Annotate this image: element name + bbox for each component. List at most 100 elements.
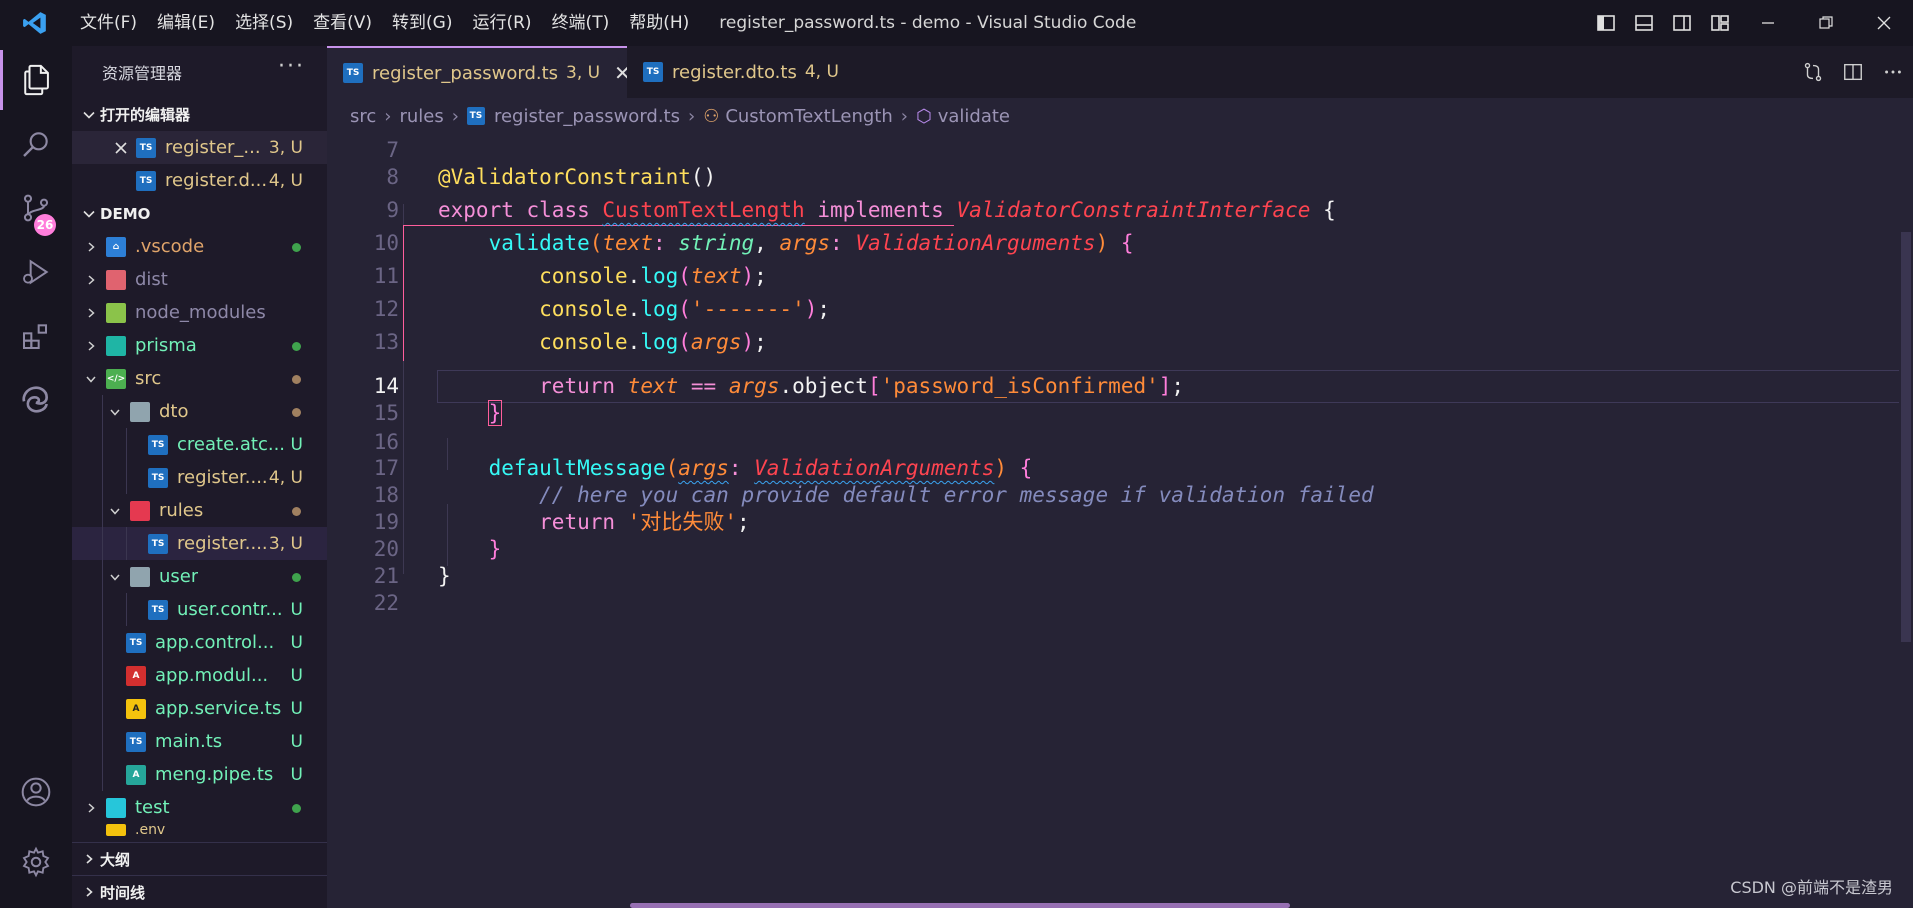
git-status: U bbox=[290, 632, 303, 653]
toggle-panel-icon[interactable] bbox=[1625, 0, 1663, 46]
file-name: register.... bbox=[177, 467, 268, 488]
file-name: app.modul... bbox=[155, 665, 269, 686]
sidebar-header: 资源管理器 ··· bbox=[72, 46, 327, 98]
close-window-icon[interactable] bbox=[1855, 0, 1913, 46]
menu-terminal[interactable]: 终端(T) bbox=[542, 0, 620, 46]
breadcrumb-src[interactable]: src bbox=[350, 106, 376, 127]
folder-row[interactable]: dist bbox=[72, 263, 327, 296]
file-row[interactable]: .env bbox=[72, 824, 327, 836]
menu-edit[interactable]: 编辑(E) bbox=[147, 0, 225, 46]
folder-row[interactable]: </> src bbox=[72, 362, 327, 395]
code-line: 8 @ValidatorConstraint() bbox=[327, 161, 1913, 194]
folder-name: prisma bbox=[135, 335, 197, 356]
toggle-primary-sidebar-icon[interactable] bbox=[1587, 0, 1625, 46]
chevron-right-icon bbox=[78, 886, 100, 898]
menu-go[interactable]: 转到(G) bbox=[382, 0, 462, 46]
folder-row[interactable]: test bbox=[72, 791, 327, 824]
breadcrumb-file[interactable]: register_password.ts bbox=[494, 106, 680, 127]
toggle-secondary-sidebar-icon[interactable] bbox=[1663, 0, 1701, 46]
more-actions-icon[interactable]: ··· bbox=[278, 54, 305, 79]
chevron-down-icon bbox=[78, 108, 100, 122]
file-row[interactable]: TS main.ts U bbox=[72, 725, 327, 758]
file-row[interactable]: TS register.... 4, U bbox=[72, 461, 327, 494]
typescript-file-icon: TS bbox=[343, 63, 363, 83]
breadcrumb-method[interactable]: validate bbox=[938, 106, 1010, 127]
chevron-right-icon: › bbox=[384, 105, 392, 127]
chevron-right-icon bbox=[80, 802, 102, 814]
tab-register-password[interactable]: TS register_password.ts 3, U ✕ bbox=[327, 46, 631, 98]
tab-register-dto[interactable]: TS register.dto.ts 4, U bbox=[627, 46, 887, 98]
open-editors-section[interactable]: 打开的编辑器 bbox=[72, 98, 327, 131]
file-name: .env bbox=[135, 824, 166, 836]
vscode-logo-icon bbox=[0, 0, 70, 46]
breadcrumb-class[interactable]: CustomTextLength bbox=[725, 106, 892, 127]
folder-row[interactable]: user bbox=[72, 560, 327, 593]
breadcrumb-rules[interactable]: rules bbox=[399, 106, 443, 127]
status-accent-bar bbox=[630, 903, 1290, 908]
folder-name: dist bbox=[135, 269, 168, 290]
file-row[interactable]: A app.modul... U bbox=[72, 659, 327, 692]
menu-run[interactable]: 运行(R) bbox=[462, 0, 541, 46]
run-debug-icon[interactable] bbox=[0, 242, 72, 302]
folder-row[interactable]: rules bbox=[72, 494, 327, 527]
folder-row[interactable]: ⌂ .vscode bbox=[72, 230, 327, 263]
tab-label: register.dto.ts bbox=[672, 61, 797, 83]
close-icon[interactable] bbox=[110, 141, 132, 155]
scrollbar-thumb[interactable] bbox=[1901, 232, 1911, 642]
code-line: 13 console.log(args); bbox=[327, 326, 1913, 359]
customize-layout-icon[interactable] bbox=[1701, 0, 1739, 46]
chevron-right-icon: › bbox=[900, 105, 908, 127]
typescript-file-icon: TS bbox=[148, 467, 168, 488]
typescript-file-icon: TS bbox=[148, 434, 168, 455]
account-icon[interactable] bbox=[0, 762, 72, 822]
source-control-icon[interactable]: 26 bbox=[0, 178, 72, 238]
timeline-section[interactable]: 时间线 bbox=[72, 875, 327, 908]
restore-icon[interactable] bbox=[1797, 0, 1855, 46]
file-name: meng.pipe.ts bbox=[155, 764, 274, 785]
chevron-down-icon bbox=[78, 207, 100, 221]
edge-devtools-icon[interactable] bbox=[0, 370, 72, 430]
search-icon[interactable] bbox=[0, 114, 72, 174]
chevron-down-icon bbox=[104, 505, 126, 517]
git-status-dot bbox=[292, 804, 301, 813]
git-status: U bbox=[290, 599, 303, 620]
menu-help[interactable]: 帮助(H) bbox=[619, 0, 699, 46]
chevron-right-icon bbox=[78, 853, 100, 865]
tab-status: 3, U bbox=[566, 63, 601, 83]
menu-view[interactable]: 查看(V) bbox=[303, 0, 382, 46]
menu-file[interactable]: 文件(F) bbox=[70, 0, 147, 46]
vscode-window: 文件(F) 编辑(E) 选择(S) 查看(V) 转到(G) 运行(R) 终端(T… bbox=[0, 0, 1913, 908]
menu-selection[interactable]: 选择(S) bbox=[225, 0, 303, 46]
split-editor-icon[interactable] bbox=[1833, 46, 1873, 98]
git-status: U bbox=[290, 665, 303, 686]
extensions-icon[interactable] bbox=[0, 306, 72, 366]
folder-row[interactable]: node_modules bbox=[72, 296, 327, 329]
file-row[interactable]: TS user.contr... U bbox=[72, 593, 327, 626]
folder-row[interactable]: prisma bbox=[72, 329, 327, 362]
git-status-dot bbox=[292, 342, 301, 351]
manage-gear-icon[interactable] bbox=[0, 832, 72, 892]
compare-changes-icon[interactable] bbox=[1793, 46, 1833, 98]
workspace-section[interactable]: DEMO bbox=[72, 197, 327, 230]
file-name: app.service.ts bbox=[155, 698, 282, 719]
file-row[interactable]: A meng.pipe.ts U bbox=[72, 758, 327, 791]
git-status-dot bbox=[292, 573, 301, 582]
angular-module-file-icon: A bbox=[126, 665, 146, 686]
minimize-icon[interactable] bbox=[1739, 0, 1797, 46]
file-row[interactable]: A app.service.ts U bbox=[72, 692, 327, 725]
file-name: user.contr... bbox=[177, 599, 283, 620]
outline-section[interactable]: 大纲 bbox=[72, 842, 327, 875]
file-row[interactable]: TS register.... 3, U bbox=[72, 527, 327, 560]
folder-icon bbox=[130, 566, 150, 587]
angular-pipe-file-icon: A bbox=[126, 764, 146, 785]
folder-row[interactable]: dto bbox=[72, 395, 327, 428]
git-status: 3, U bbox=[268, 533, 303, 554]
code-editor[interactable]: 7 8 @ValidatorConstraint() 9 export class … bbox=[327, 134, 1913, 908]
explorer-icon[interactable] bbox=[0, 50, 72, 110]
open-editor-item[interactable]: TS register_... 3, U bbox=[72, 131, 327, 164]
editor-scrollbar[interactable] bbox=[1899, 98, 1913, 908]
file-row[interactable]: TS create.atc... U bbox=[72, 428, 327, 461]
open-editor-item[interactable]: TS register.d... 4, U bbox=[72, 164, 327, 197]
more-actions-icon[interactable] bbox=[1873, 46, 1913, 98]
file-row[interactable]: TS app.control... U bbox=[72, 626, 327, 659]
